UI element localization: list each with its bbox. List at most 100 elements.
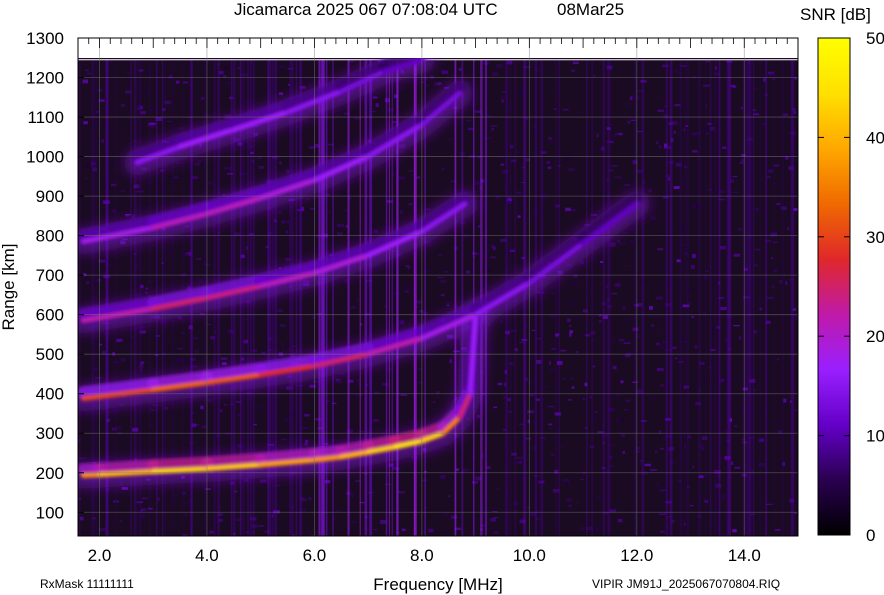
noise-pixel <box>304 439 309 443</box>
noise-pixel <box>227 254 234 258</box>
noise-pixel <box>476 291 479 294</box>
noise-pixel <box>574 153 580 156</box>
echo-halo-O <box>147 456 213 472</box>
noise-pixel <box>496 64 503 68</box>
noise-pixel <box>569 302 575 306</box>
noise-pixel <box>373 96 378 99</box>
noise-pixel <box>374 382 381 385</box>
noise-pixel <box>488 267 492 272</box>
noise-pixel <box>375 103 379 108</box>
noise-pixel <box>183 253 189 258</box>
noise-pixel <box>620 433 626 438</box>
noise-pixel <box>625 399 630 402</box>
noise-pixel <box>614 176 622 179</box>
noise-pixel <box>659 489 667 492</box>
noise-pixel <box>738 336 742 340</box>
y-tick-label: 800 <box>36 227 64 246</box>
noise-pixel <box>381 374 386 378</box>
interference-streak <box>752 59 755 536</box>
noise-pixel <box>593 526 601 531</box>
interference-streak <box>535 59 538 536</box>
noise-pixel <box>258 524 264 527</box>
noise-pixel <box>520 89 523 94</box>
x-tick-label: 14.0 <box>728 546 761 565</box>
noise-pixel <box>691 254 696 258</box>
noise-pixel <box>86 281 90 284</box>
ionogram-chart: Jicamarca 2025 067 07:08:04 UTC 08Mar25 … <box>0 0 884 594</box>
noise-pixel <box>83 164 89 168</box>
noise-pixel <box>617 519 623 523</box>
noise-pixel <box>690 291 693 294</box>
noise-pixel <box>160 320 168 324</box>
noise-pixel <box>511 340 515 343</box>
noise-pixel <box>516 191 522 194</box>
y-tick-label: 600 <box>36 306 64 325</box>
noise-pixel <box>566 498 573 502</box>
noise-pixel <box>493 516 499 519</box>
noise-pixel <box>258 267 264 270</box>
noise-pixel <box>491 72 499 76</box>
noise-pixel <box>200 405 204 410</box>
noise-pixel <box>337 115 340 117</box>
noise-pixel <box>408 420 415 423</box>
noise-pixel <box>563 481 568 485</box>
noise-pixel <box>474 181 480 186</box>
noise-pixel <box>260 479 267 483</box>
noise-pixel <box>701 436 708 440</box>
noise-pixel <box>83 121 88 125</box>
noise-pixel <box>774 529 781 531</box>
colorbar-tick-label: 0 <box>866 526 875 545</box>
noise-pixel <box>401 528 406 531</box>
noise-pixel <box>694 344 698 349</box>
noise-pixel <box>175 115 180 117</box>
noise-pixel <box>125 213 129 217</box>
noise-pixel <box>500 163 505 166</box>
x-tick-labels: 2.0 4.0 6.0 8.0 10.0 12.0 14.0 <box>88 546 761 565</box>
noise-pixel <box>340 373 346 375</box>
noise-pixel <box>404 290 409 293</box>
noise-pixel <box>398 176 405 180</box>
noise-pixel <box>593 75 596 77</box>
noise-pixel <box>655 342 660 346</box>
colorbar-tick-label: 20 <box>866 327 884 346</box>
noise-pixel <box>655 141 659 145</box>
noise-pixel <box>659 150 663 154</box>
noise-pixel <box>440 474 446 479</box>
noise-pixel <box>675 244 679 246</box>
noise-pixel <box>223 65 230 70</box>
noise-pixel <box>623 232 629 234</box>
interference-streak <box>745 59 749 536</box>
noise-pixel <box>648 189 652 193</box>
noise-pixel <box>659 345 665 349</box>
noise-pixel <box>96 278 102 282</box>
noise-pixel <box>301 498 307 502</box>
interference-streak <box>729 59 731 536</box>
noise-pixel <box>567 318 571 322</box>
noise-pixel <box>616 418 620 422</box>
noise-pixel <box>308 146 315 149</box>
x-tick-label: 8.0 <box>410 546 434 565</box>
noise-pixel <box>476 414 480 419</box>
noise-pixel <box>349 521 357 523</box>
noise-pixel <box>576 499 579 504</box>
x-tick-label: 6.0 <box>303 546 327 565</box>
noise-pixel <box>353 394 360 396</box>
noise-pixel <box>121 487 128 490</box>
noise-pixel <box>674 357 678 360</box>
echo-trace-O <box>311 454 344 463</box>
noise-pixel <box>644 463 652 467</box>
noise-pixel <box>184 488 189 493</box>
noise-pixel <box>620 380 624 384</box>
noise-pixel <box>612 337 616 339</box>
noise-pixel <box>185 363 188 367</box>
colorbar-tick-label: 10 <box>866 427 884 446</box>
interference-streak <box>710 59 712 536</box>
chart-title: Jicamarca 2025 067 07:08:04 UTC <box>234 0 498 19</box>
noise-pixel <box>177 348 183 350</box>
noise-pixel <box>443 512 449 516</box>
noise-pixel <box>185 166 191 170</box>
noise-pixel <box>474 110 481 113</box>
noise-pixel <box>576 316 579 319</box>
noise-pixel <box>734 425 738 428</box>
noise-pixel <box>145 291 148 294</box>
